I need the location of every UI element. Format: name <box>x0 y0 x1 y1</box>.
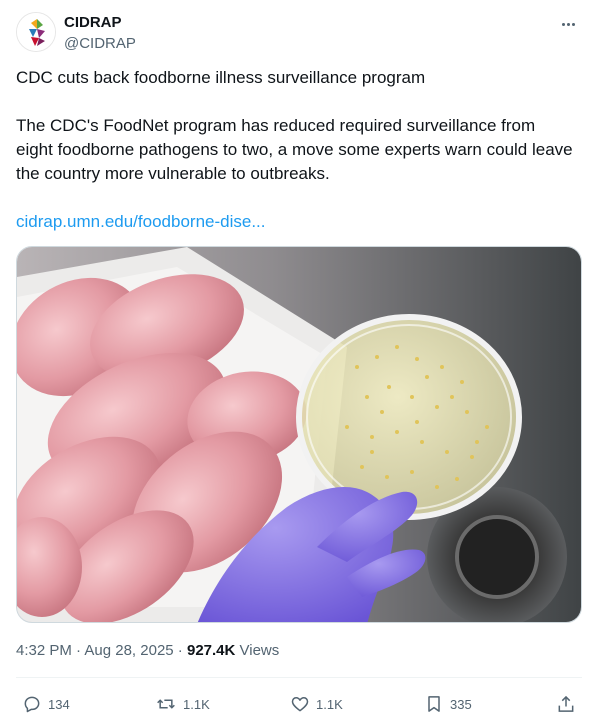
like-button[interactable]: 1.1K <box>290 690 343 718</box>
reply-button[interactable]: 134 <box>22 690 70 718</box>
post-image[interactable] <box>16 246 582 623</box>
bookmark-count: 335 <box>450 696 472 712</box>
repost-button[interactable]: 1.1K <box>155 690 210 718</box>
account-names: CIDRAP @CIDRAP <box>64 14 136 54</box>
repost-icon <box>157 699 175 709</box>
reply-icon <box>24 696 40 713</box>
share-icon <box>558 695 574 712</box>
post-headline: CDC cuts back foodborne illness surveill… <box>16 68 426 87</box>
post-date[interactable]: Aug 28, 2025 <box>84 642 173 659</box>
post-text: CDC cuts back foodborne illness surveill… <box>16 66 576 234</box>
heart-icon <box>291 697 309 712</box>
views-count: 927.4K <box>186 642 236 659</box>
meta-separator: · <box>173 642 187 659</box>
bookmark-button[interactable]: 335 <box>424 690 472 718</box>
views-label: Views <box>235 642 280 659</box>
post-time[interactable]: 4:32 PM <box>16 642 72 659</box>
divider <box>16 677 582 678</box>
action-bar: 134 1.1K 1.1K 335 <box>16 690 582 718</box>
share-button[interactable] <box>556 690 576 718</box>
post-header: CIDRAP @CIDRAP <box>16 12 582 56</box>
post-meta: 4:32 PM · Aug 28, 2025 · 927.4K Views <box>16 641 279 661</box>
account-handle[interactable]: @CIDRAP <box>64 34 136 54</box>
reply-count: 134 <box>48 696 70 712</box>
display-name[interactable]: CIDRAP <box>64 14 136 32</box>
bookmark-icon <box>428 696 440 712</box>
cidrap-logo-icon <box>17 13 55 51</box>
chicken-petri-dish-photo <box>17 247 581 622</box>
like-count: 1.1K <box>316 696 343 712</box>
more-dots-icon[interactable] <box>556 14 580 34</box>
post-link[interactable]: cidrap.umn.edu/foodborne-dise... <box>16 212 266 231</box>
meta-separator: · <box>71 642 85 659</box>
post-body: The CDC's FoodNet program has reduced re… <box>16 116 573 183</box>
repost-count: 1.1K <box>183 696 210 712</box>
avatar[interactable] <box>16 12 56 52</box>
